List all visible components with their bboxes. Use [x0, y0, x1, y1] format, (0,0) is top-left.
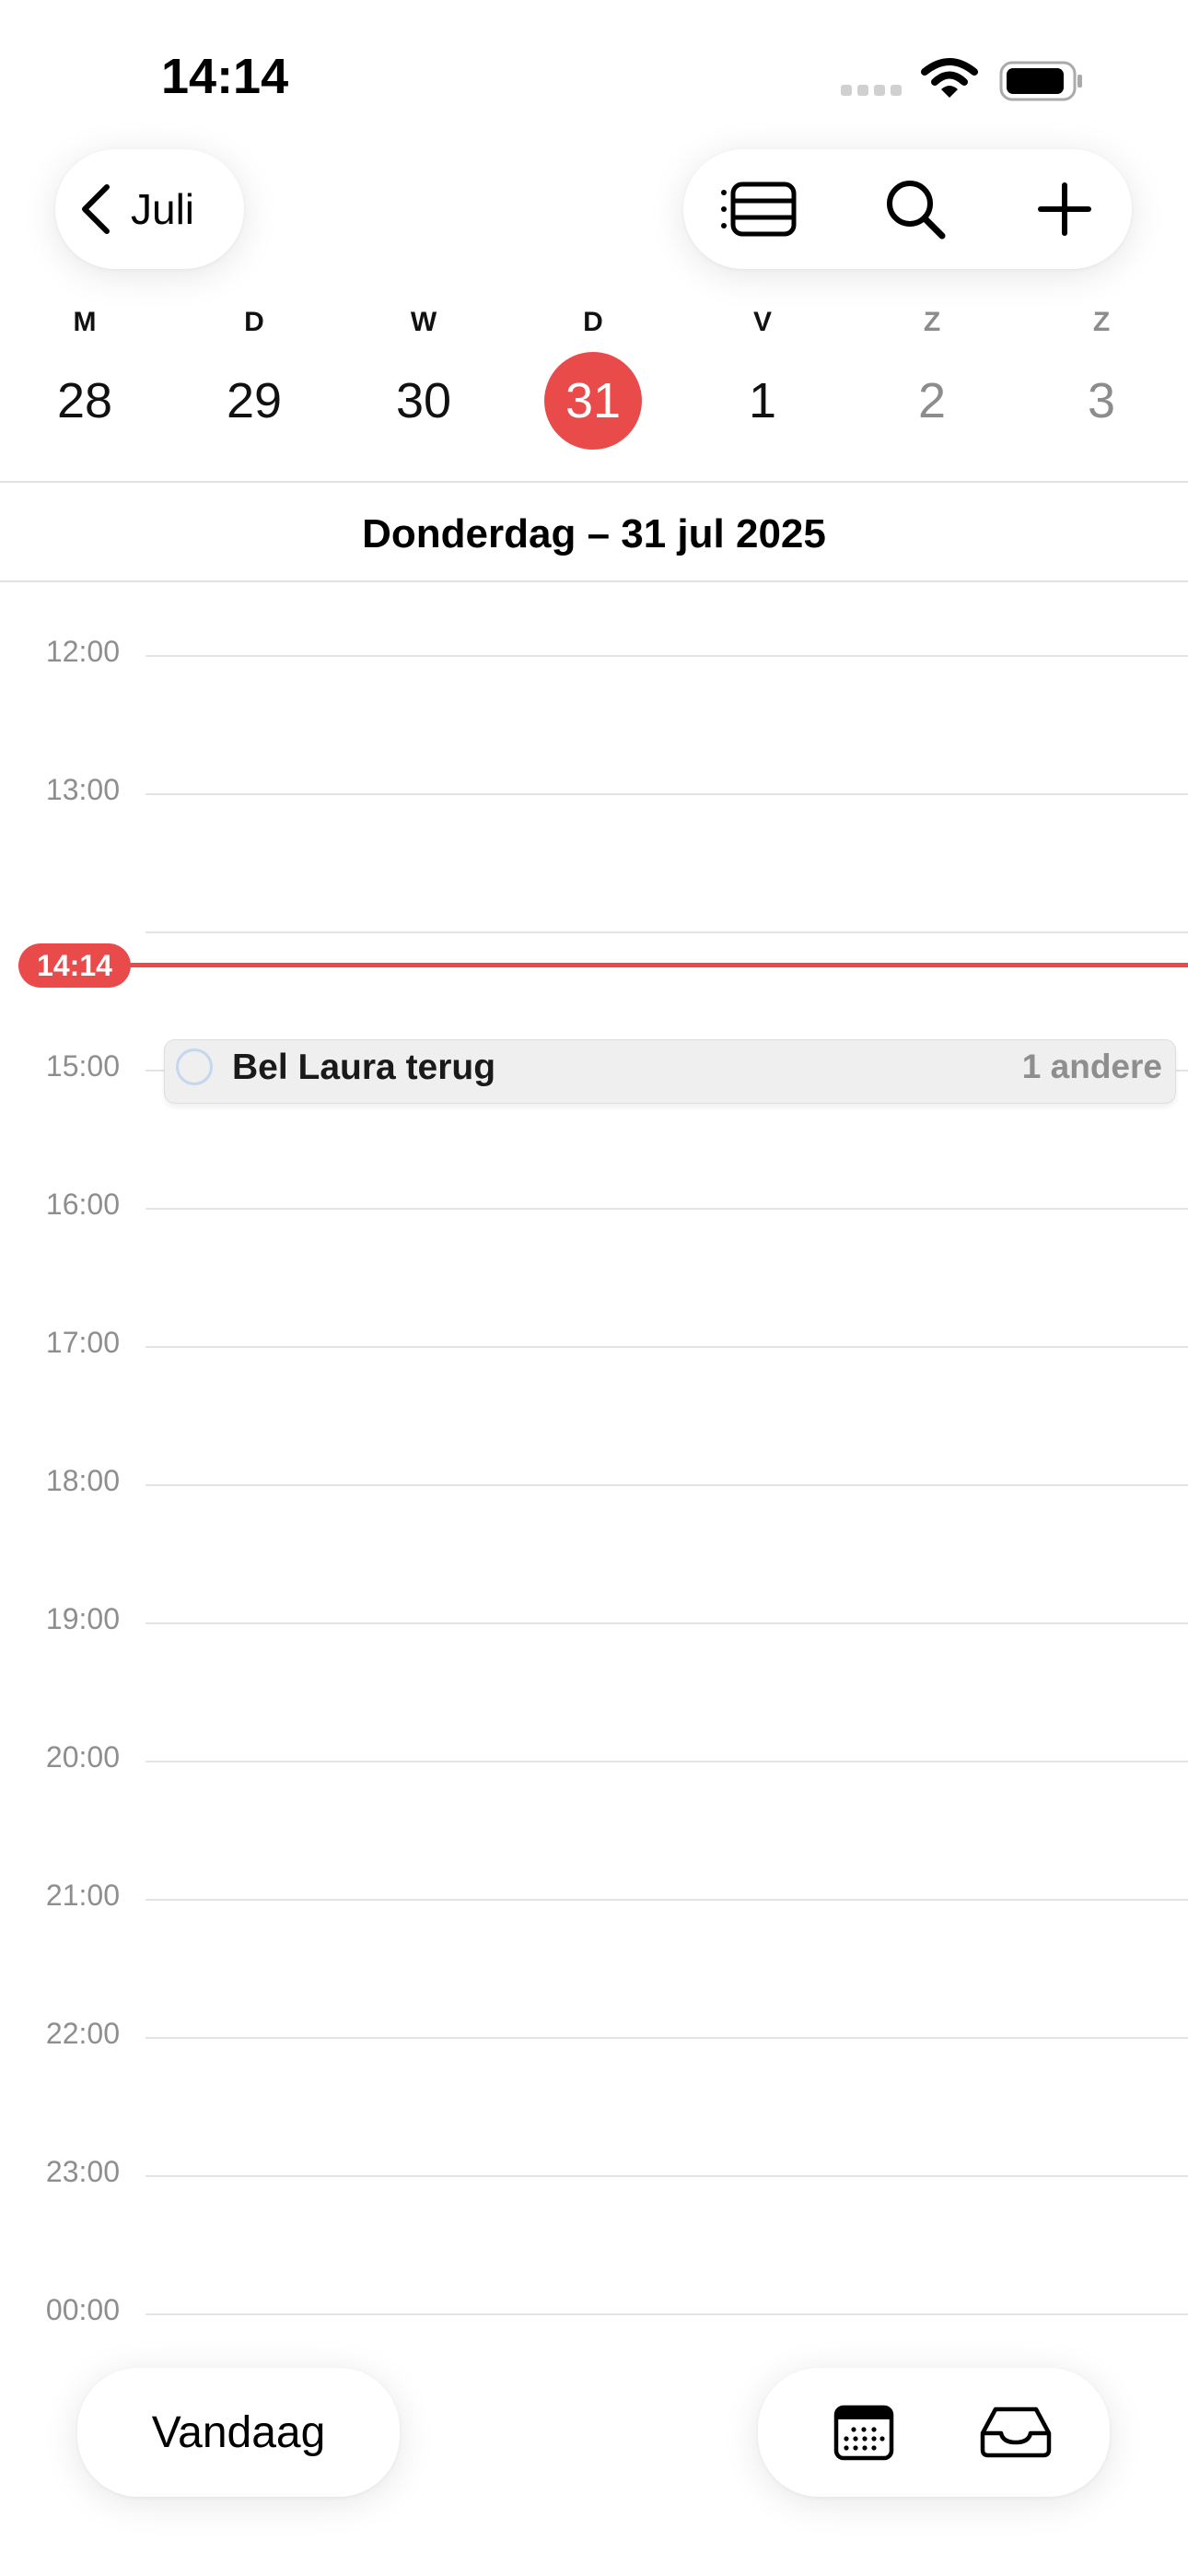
day-number: 2	[917, 373, 947, 428]
hour-label: 18:00	[45, 1464, 120, 1497]
weekday-letter: Z	[1092, 307, 1111, 337]
chevron-left-icon	[82, 184, 110, 234]
today-day-number: 31	[544, 352, 642, 450]
week-day-wed[interactable]: W 30	[339, 295, 508, 450]
week-day-tue[interactable]: D 29	[169, 295, 339, 450]
add-icon	[1038, 182, 1091, 236]
hour-gridline	[146, 2037, 1188, 2039]
back-to-month-button[interactable]: Juli	[55, 149, 244, 269]
day-number: 3	[1087, 373, 1116, 428]
list-view-button[interactable]	[694, 149, 823, 269]
hour-gridline	[146, 931, 1188, 933]
hour-gridline	[146, 1208, 1188, 1210]
task-checkbox[interactable]	[176, 1048, 213, 1085]
hour-gridline	[146, 655, 1188, 657]
hour-label: 15:00	[45, 1049, 120, 1083]
list-view-icon	[721, 181, 797, 237]
hour-gridline	[146, 1761, 1188, 1762]
weekday-letter: D	[583, 307, 603, 337]
weekday-letter: W	[410, 307, 437, 337]
hour-label: 22:00	[45, 2017, 120, 2050]
hour-label: 12:00	[45, 635, 120, 668]
bottom-actions	[758, 2368, 1110, 2497]
hour-label: 21:00	[45, 1879, 120, 1912]
event-more-count[interactable]: 1 andere	[1022, 1048, 1162, 1086]
day-number: 1	[748, 373, 777, 428]
search-icon	[887, 181, 946, 240]
hour-gridline	[146, 793, 1188, 795]
hour-label: 20:00	[45, 1740, 120, 1774]
current-time-line	[92, 963, 1188, 967]
today-button[interactable]: Vandaag	[77, 2368, 400, 2497]
hour-gridline	[146, 1622, 1188, 1624]
status-time: 14:14	[161, 49, 289, 104]
wifi-icon	[921, 57, 978, 104]
divider	[0, 481, 1188, 483]
today-label: Vandaag	[151, 2407, 326, 2457]
hour-gridline	[146, 2313, 1188, 2315]
hour-gridline	[146, 1899, 1188, 1901]
inbox-icon	[980, 2406, 1052, 2458]
week-day-sat[interactable]: Z 2	[847, 295, 1017, 450]
day-number: 28	[56, 373, 113, 428]
day-number: 29	[226, 373, 283, 428]
calendar-button[interactable]	[799, 2368, 928, 2497]
week-day-sun[interactable]: Z 3	[1017, 295, 1186, 450]
search-button[interactable]	[851, 149, 980, 269]
back-label: Juli	[131, 185, 195, 233]
weekday-letter: V	[752, 307, 772, 337]
week-day-fri[interactable]: V 1	[678, 295, 847, 450]
hour-label: 16:00	[45, 1188, 120, 1221]
hour-gridline	[146, 1484, 1188, 1486]
hour-gridline	[146, 1346, 1188, 1348]
cellular-signal-icon	[841, 85, 902, 96]
divider	[0, 580, 1188, 582]
day-title: Donderdag – 31 jul 2025	[362, 511, 826, 556]
hour-label: 17:00	[45, 1326, 120, 1359]
battery-icon	[999, 61, 1084, 106]
current-time-badge: 14:14	[18, 943, 131, 988]
header-actions	[683, 149, 1132, 269]
hour-label: 13:00	[45, 773, 120, 806]
event-title: Bel Laura terug	[232, 1048, 496, 1087]
add-event-button[interactable]	[1000, 149, 1129, 269]
hour-label: 23:00	[45, 2155, 120, 2188]
task-event-card[interactable]: Bel Laura terug 1 andere	[164, 1039, 1176, 1104]
calendar-icon	[833, 2405, 894, 2461]
week-day-thu-selected[interactable]: D 31	[508, 295, 678, 450]
inbox-button[interactable]	[951, 2368, 1080, 2497]
hour-gridline	[146, 2175, 1188, 2177]
weekday-letter: D	[244, 307, 264, 337]
hour-label: 00:00	[45, 2293, 120, 2326]
week-day-mon[interactable]: M 28	[0, 295, 169, 450]
weekday-letter: M	[73, 307, 97, 337]
hour-label: 19:00	[45, 1602, 120, 1635]
day-number: 30	[395, 373, 452, 428]
weekday-letter: Z	[923, 307, 941, 337]
